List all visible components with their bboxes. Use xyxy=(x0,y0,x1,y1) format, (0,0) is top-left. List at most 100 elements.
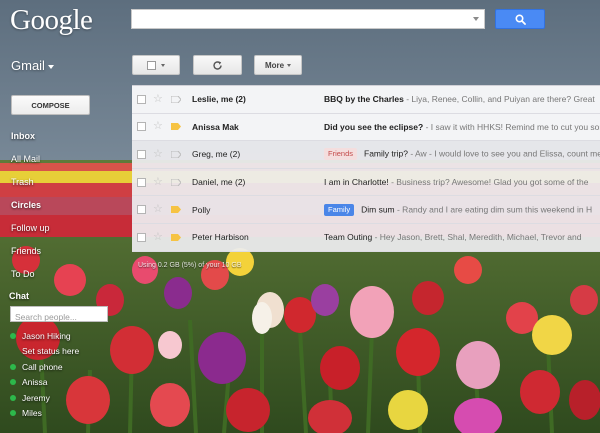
search-button[interactable] xyxy=(495,9,545,29)
storage-usage-text: Using 0.2 GB (5%) of your 10 GB xyxy=(138,262,242,269)
message-checkbox[interactable] xyxy=(137,177,146,187)
importance-marker-icon[interactable] xyxy=(171,150,181,158)
sidebar-item-follow-up[interactable]: Follow up xyxy=(11,216,121,239)
top-bar: Google xyxy=(0,0,600,42)
online-dot-icon xyxy=(10,363,16,370)
star-icon[interactable]: ☆ xyxy=(153,93,163,105)
message-snippet: - I saw it with HHKS! Remind me to cut y… xyxy=(423,121,600,132)
select-button[interactable] xyxy=(132,55,180,75)
chat-contact-list: Jason Hiking Set status here Call phone … xyxy=(10,328,120,421)
select-all-checkbox[interactable] xyxy=(147,60,156,70)
contact-name: Miles xyxy=(22,408,42,419)
online-dot-icon xyxy=(10,410,16,417)
sidebar-item-to-do[interactable]: To Do xyxy=(11,262,121,285)
people-search-input[interactable] xyxy=(11,310,107,324)
message-content: Friends Family trip? - Aw - I would love … xyxy=(324,148,600,161)
message-sender: Polly xyxy=(192,204,211,215)
message-subject: Family trip? xyxy=(364,148,408,159)
sidebar-item-all-mail[interactable]: All Mail xyxy=(11,147,121,170)
chat-contact[interactable]: Jason Hiking xyxy=(10,328,120,344)
refresh-button[interactable] xyxy=(193,55,242,75)
message-snippet: - Hey Jason, Brett, Shal, Meredith, Mich… xyxy=(372,232,582,243)
message-row[interactable]: ☆ Anissa Mak Did you see the eclipse? - … xyxy=(132,113,600,142)
message-content: Family Dim sum - Randy and I are eating d… xyxy=(324,203,600,216)
message-row[interactable]: ☆ Greg, me (2) Friends Family trip? - Aw … xyxy=(132,141,600,169)
label-tag-friends: Friends xyxy=(324,148,358,161)
message-row[interactable]: ☆ Polly Family Dim sum - Randy and I are … xyxy=(132,196,600,224)
chat-heading[interactable]: Chat xyxy=(9,291,29,301)
message-subject: Dim sum xyxy=(361,203,395,214)
chat-contact[interactable]: Miles xyxy=(10,406,120,422)
sidebar-item-trash[interactable]: Trash xyxy=(11,170,121,193)
importance-marker-icon[interactable] xyxy=(171,95,181,103)
chat-contact[interactable]: Jeremy xyxy=(10,390,120,406)
more-button[interactable]: More xyxy=(254,55,302,75)
message-checkbox[interactable] xyxy=(137,149,146,159)
chevron-down-icon xyxy=(161,63,165,67)
online-dot-icon xyxy=(10,394,16,401)
importance-marker-icon[interactable] xyxy=(171,123,181,131)
message-content: I am in Charlotte! - Business trip? Awes… xyxy=(324,177,600,187)
message-snippet: - Liya, Renee, Collin, and Puiyan are th… xyxy=(403,94,595,105)
message-snippet: - Business trip? Awesome! Glad you got s… xyxy=(388,177,589,188)
search-icon xyxy=(514,13,526,25)
star-icon[interactable]: ☆ xyxy=(153,231,163,243)
sidebar-item-friends[interactable]: Friends xyxy=(11,239,121,262)
message-content: Did you see the eclipse? - I saw it with… xyxy=(324,122,600,132)
gmail-menu[interactable]: Gmail xyxy=(11,58,54,73)
message-subject: Team Outing xyxy=(324,232,373,243)
gmail-label: Gmail xyxy=(11,58,45,73)
sidebar-item-circles[interactable]: Circles xyxy=(11,193,121,216)
contact-name: Jeremy xyxy=(22,392,50,403)
google-logo[interactable]: Google xyxy=(10,4,93,37)
refresh-icon xyxy=(213,60,222,70)
online-dot-icon xyxy=(10,332,16,339)
message-sender: Greg, me (2) xyxy=(192,149,241,160)
chevron-down-icon xyxy=(287,63,292,67)
message-row[interactable]: ☆ Daniel, me (2) I am in Charlotte! - Bu… xyxy=(132,168,600,197)
message-sender: Daniel, me (2) xyxy=(192,177,246,188)
sidebar-item-inbox[interactable]: Inbox xyxy=(11,124,121,147)
message-sender: Peter Harbison xyxy=(192,232,249,243)
contact-name: Jason Hiking xyxy=(22,330,71,341)
sidebar-nav: Inbox All Mail Trash Circles Follow up F… xyxy=(11,124,121,285)
contact-name: Anissa xyxy=(22,377,48,388)
star-icon[interactable]: ☆ xyxy=(153,176,163,188)
message-list: ☆ Leslie, me (2) BBQ by the Charles - Li… xyxy=(132,85,600,252)
contact-name: Call phone xyxy=(22,361,63,372)
search-input[interactable] xyxy=(132,11,484,29)
message-row[interactable]: ☆ Leslie, me (2) BBQ by the Charles - Li… xyxy=(132,86,600,114)
chat-contact[interactable]: Anissa xyxy=(10,375,120,391)
importance-marker-icon[interactable] xyxy=(171,178,181,186)
message-subject: BBQ by the Charles xyxy=(324,94,404,105)
message-checkbox[interactable] xyxy=(137,122,146,132)
message-sender: Anissa Mak xyxy=(192,121,239,132)
status-text: Set status here xyxy=(22,346,80,357)
message-snippet: - Aw - I would love to see you and Eliss… xyxy=(407,148,600,159)
message-snippet: - Randy and I are eating dim sum this we… xyxy=(394,203,593,214)
star-icon[interactable]: ☆ xyxy=(153,121,163,132)
compose-button[interactable]: COMPOSE xyxy=(11,95,90,115)
importance-marker-icon[interactable] xyxy=(171,206,181,214)
message-checkbox[interactable] xyxy=(137,94,146,104)
search-box[interactable] xyxy=(131,9,485,29)
message-sender: Leslie, me (2) xyxy=(192,94,246,105)
message-subject: I am in Charlotte! xyxy=(324,177,389,188)
chat-contact[interactable]: Call phone xyxy=(10,359,120,375)
search-options-chevron-icon[interactable] xyxy=(473,17,479,21)
more-button-label: More xyxy=(264,60,285,70)
message-row[interactable]: ☆ Peter Harbison Team Outing - Hey Jason… xyxy=(132,223,600,252)
set-status-link[interactable]: Set status here xyxy=(10,344,120,360)
importance-marker-icon[interactable] xyxy=(171,233,181,241)
message-content: BBQ by the Charles - Liya, Renee, Collin… xyxy=(324,94,600,104)
people-search-box[interactable] xyxy=(10,306,108,324)
message-subject: Did you see the eclipse? xyxy=(324,121,424,132)
message-checkbox[interactable] xyxy=(137,205,146,215)
chevron-down-icon xyxy=(47,64,54,69)
star-icon[interactable]: ☆ xyxy=(153,204,163,215)
message-checkbox[interactable] xyxy=(137,232,146,242)
message-content: Team Outing - Hey Jason, Brett, Shal, Me… xyxy=(324,232,600,242)
star-icon[interactable]: ☆ xyxy=(153,148,163,160)
online-dot-icon xyxy=(10,379,16,386)
label-tag-family: Family xyxy=(324,203,355,216)
